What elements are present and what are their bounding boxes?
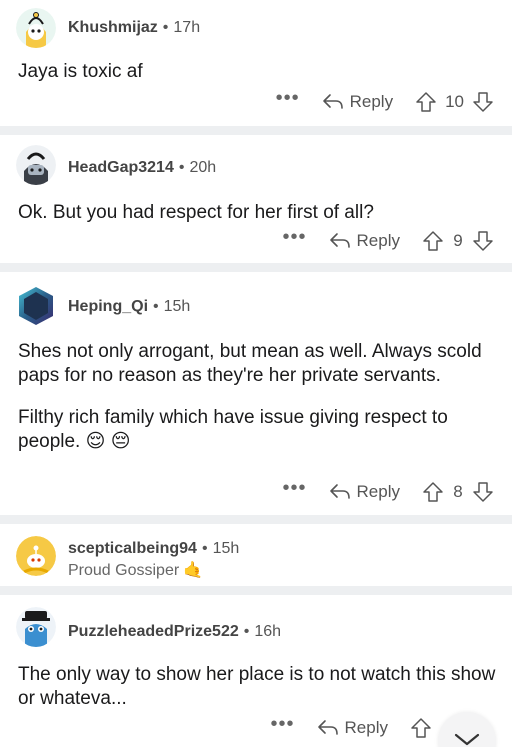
reply-arrow-icon [329,484,350,499]
comment-body: Shes not only arrogant, but mean as well… [18,340,498,472]
more-options-button[interactable]: ••• [283,478,307,501]
comment-author-line[interactable]: scepticalbeing94 • 15h [68,540,239,558]
vote-score: 8 [453,482,463,501]
comment-author-line[interactable]: HeadGap3214 • 20h [68,159,216,177]
comment-author-line[interactable]: Heping_Qi • 15h [68,298,190,316]
comment-divider [0,586,512,595]
comment-actions: ••• Reply 10 [276,87,494,117]
meta-separator: • [178,159,185,176]
reply-button[interactable]: Reply [329,231,400,251]
upvote-arrow-icon[interactable] [422,481,444,503]
comment-3: Heping_Qi • 15h Shes not only arrogant, bu… [0,272,512,515]
comment-paragraph: Filthy rich family which have issue givi… [18,407,448,452]
comment-time: 17h [173,19,201,36]
reply-button[interactable]: Reply [322,92,393,112]
scroll-to-next-button[interactable] [438,712,496,747]
reply-arrow-icon [317,720,338,735]
downvote-arrow-icon[interactable] [472,91,494,113]
user-flair: Proud Gossiper 🤙 [68,560,203,580]
comment-2: HeadGap3214 • 20h Ok. But you had respect … [0,135,512,263]
comment-divider [0,515,512,524]
comment-paragraph: The only way to show her place is to not… [18,664,496,709]
comment-divider [0,126,512,135]
comment-1: Khushmijaz • 17h Jaya is toxic af ••• Repl… [0,0,512,126]
more-options-button[interactable]: ••• [276,88,300,111]
comment-actions: ••• Reply [271,713,432,743]
comment-author-line[interactable]: PuzzleheadedPrize522 • 16h [68,623,281,641]
reply-arrow-icon [322,94,343,109]
downvote-arrow-icon[interactable] [472,230,494,252]
comment-paragraph: Ok. But you had respect for her first of… [18,202,374,223]
avatar[interactable] [16,8,56,48]
comment-time: 16h [254,623,282,640]
comment-5: PuzzleheadedPrize522 • 16h The only way to… [0,595,512,747]
avatar[interactable] [16,607,56,647]
downvote-arrow-icon[interactable] [472,481,494,503]
comment-divider [0,263,512,272]
comment-time: 15h [212,540,240,557]
meta-separator: • [153,298,159,315]
comment-paragraph: Shes not only arrogant, but mean as well… [18,341,482,386]
author-name[interactable]: HeadGap3214 [68,159,174,176]
chevron-down-icon [454,733,480,746]
avatar[interactable] [16,286,56,326]
avatar[interactable] [16,145,56,185]
avatar[interactable] [16,536,56,576]
reply-label: Reply [356,482,400,501]
upvote-arrow-icon[interactable] [415,91,437,113]
comment-time: 20h [189,159,217,176]
reply-label: Reply [349,92,394,111]
more-options-button[interactable]: ••• [283,227,307,250]
meta-separator: • [162,19,169,36]
comment-4: scepticalbeing94 • 15h Proud Gossiper 🤙 [0,524,512,586]
reply-button[interactable]: Reply [317,718,388,738]
vote-score: 10 [445,92,464,111]
reply-button[interactable]: Reply [329,482,400,502]
comment-actions: ••• Reply 8 [283,477,494,507]
reply-arrow-icon [329,233,350,248]
upvote-arrow-icon[interactable] [422,230,444,252]
author-name[interactable]: PuzzleheadedPrize522 [68,623,239,640]
author-name[interactable]: Heping_Qi [68,298,148,315]
reply-label: Reply [356,231,400,250]
meta-separator: • [243,623,250,640]
vote-score: 9 [453,231,463,250]
comment-author-line[interactable]: Khushmijaz • 17h [68,19,200,37]
meta-separator: • [201,540,208,557]
comment-paragraph: Jaya is toxic af [18,61,143,82]
comment-time: 15h [163,298,191,315]
upvote-arrow-icon[interactable] [410,717,432,739]
author-name[interactable]: Khushmijaz [68,19,158,36]
flair-emoji: 🤙 [183,562,204,579]
flair-text: Proud Gossiper [68,562,180,579]
more-options-button[interactable]: ••• [271,714,295,737]
reply-label: Reply [344,718,388,737]
author-name[interactable]: scepticalbeing94 [68,540,197,557]
comment-actions: ••• Reply 9 [283,226,494,256]
